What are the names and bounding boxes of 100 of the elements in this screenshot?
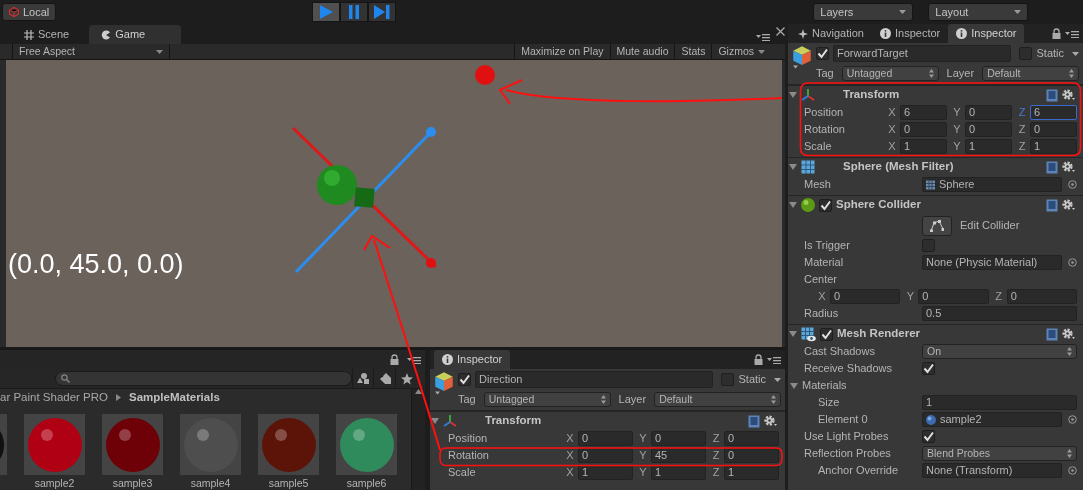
panel-tab[interactable]: Inspector [434,350,511,369]
number-field[interactable]: 1 [1030,139,1077,154]
number-field[interactable]: 0 [900,122,947,137]
enabled-checkbox[interactable] [820,327,833,341]
property-label: Anchor Override [817,463,900,478]
menu-icon [756,33,770,41]
help-book-icon[interactable] [1046,198,1058,212]
name-field[interactable]: Direction [475,371,714,388]
number-field[interactable]: 0 [724,431,779,446]
help-book-icon[interactable] [1046,327,1058,341]
enabled-checkbox[interactable] [819,198,832,212]
gizmos-dropdown[interactable]: Gizmos [711,43,771,60]
help-book-icon[interactable] [1046,88,1058,102]
object-field[interactable]: None (Transform) [922,463,1062,478]
layer-dropdown[interactable]: Default [982,66,1079,81]
help-book-icon[interactable] [1046,160,1058,174]
shapes-icon [357,373,370,385]
text-field[interactable]: 0.5 [922,306,1077,321]
search-field[interactable] [55,371,352,387]
foldout-icon[interactable] [789,201,797,209]
property-label: Use Light Probes [803,429,890,444]
object-field[interactable]: sample2 [922,412,1062,427]
object-picker-icon [1068,415,1077,424]
name-field[interactable]: ForwardTarget [833,45,1012,62]
edit-collider-button[interactable] [922,215,952,236]
dropdown[interactable]: On [922,344,1077,359]
number-field[interactable]: 0 [965,122,1012,137]
foldout-icon[interactable] [789,91,797,99]
menu-icon [767,356,781,364]
static-checkbox[interactable] [721,373,735,386]
axis-label: Z [1017,105,1027,120]
component-title: Transform [843,88,900,102]
foldout-icon[interactable] [789,163,797,171]
panel-tab[interactable]: Inspector [948,24,1025,43]
number-field[interactable]: 0 [1030,122,1077,137]
pause-button[interactable] [340,2,369,22]
lock-icon [390,354,399,366]
asset-name: sample6 [345,477,388,490]
axis-label: Y [638,431,648,446]
breadcrumb-item[interactable]: ar Paint Shader PRO [0,391,109,405]
number-field[interactable]: 6 [1030,105,1077,120]
checkbox[interactable] [922,239,935,252]
local-button[interactable]: Local [2,3,57,21]
help-book-icon[interactable] [748,414,760,428]
gear-icon[interactable] [764,415,777,427]
panel-tab[interactable]: Scene [12,25,82,44]
aspect-dropdown[interactable]: Free Aspect [12,43,170,60]
cube-icon [9,7,19,17]
component-title: Mesh Renderer [837,327,921,341]
step-button[interactable] [368,2,397,22]
panel-tab[interactable]: Inspector [872,24,949,43]
object-picker-icon [1068,466,1077,475]
toolbar-toggle[interactable]: Stats [674,43,712,60]
checkbox[interactable] [922,362,935,375]
dropdown[interactable]: Blend Probes [922,446,1077,461]
layout-dropdown[interactable]: Layout [928,3,1029,21]
breadcrumb-item[interactable]: SampleMaterials [129,391,220,405]
button-label: Edit Collider [960,218,1020,233]
up-down-arrows-icon [1067,347,1072,356]
foldout-icon[interactable] [431,417,439,425]
number-field[interactable]: 0 [1006,289,1077,304]
object-field[interactable]: None (Physic Material) [922,255,1062,270]
axis-label: Y [638,448,648,463]
panel-tab[interactable]: Navigation [790,24,872,43]
toolbar-toggle[interactable]: Mute audio [609,43,675,60]
number-field[interactable]: 1 [900,139,947,154]
component-title: Sphere (Mesh Filter) [843,160,954,174]
static-checkbox[interactable] [1019,47,1033,60]
asset-name: sample3 [111,477,154,490]
play-icon [319,5,334,19]
foldout-icon[interactable] [789,330,797,338]
number-field[interactable]: 0 [830,289,901,304]
tag-dropdown[interactable]: Untagged [483,392,611,407]
object-field[interactable]: Sphere [922,177,1062,192]
gear-icon[interactable] [1062,328,1075,340]
grid-icon [801,160,815,174]
number-field[interactable]: 0 [965,105,1012,120]
number-field[interactable]: 6 [900,105,947,120]
number-field[interactable]: 0 [918,289,989,304]
layers-dropdown[interactable]: Layers [813,3,914,21]
foldout-toggle[interactable]: Materials [788,378,847,393]
scrollbar[interactable] [411,389,425,490]
text-field[interactable]: 1 [922,395,1077,410]
active-checkbox[interactable] [458,373,471,386]
number-field[interactable]: 1 [965,139,1012,154]
gear-icon[interactable] [1062,161,1075,173]
gear-icon[interactable] [1062,199,1075,211]
gear-icon[interactable] [1062,89,1075,101]
number-field[interactable]: 0 [578,431,633,446]
tag-dropdown[interactable]: Untagged [841,66,939,81]
layer-dropdown[interactable]: Default [654,392,781,407]
active-checkbox[interactable] [816,47,829,60]
checkbox[interactable] [922,430,935,443]
axes-icon [801,88,815,102]
axis-label: Z [711,448,721,463]
triangle-icon [790,381,798,390]
panel-tab[interactable]: Game [89,25,182,44]
toolbar-toggle[interactable]: Maximize on Play [514,43,610,60]
play-button[interactable] [312,2,341,22]
number-field[interactable]: 0 [651,431,706,446]
